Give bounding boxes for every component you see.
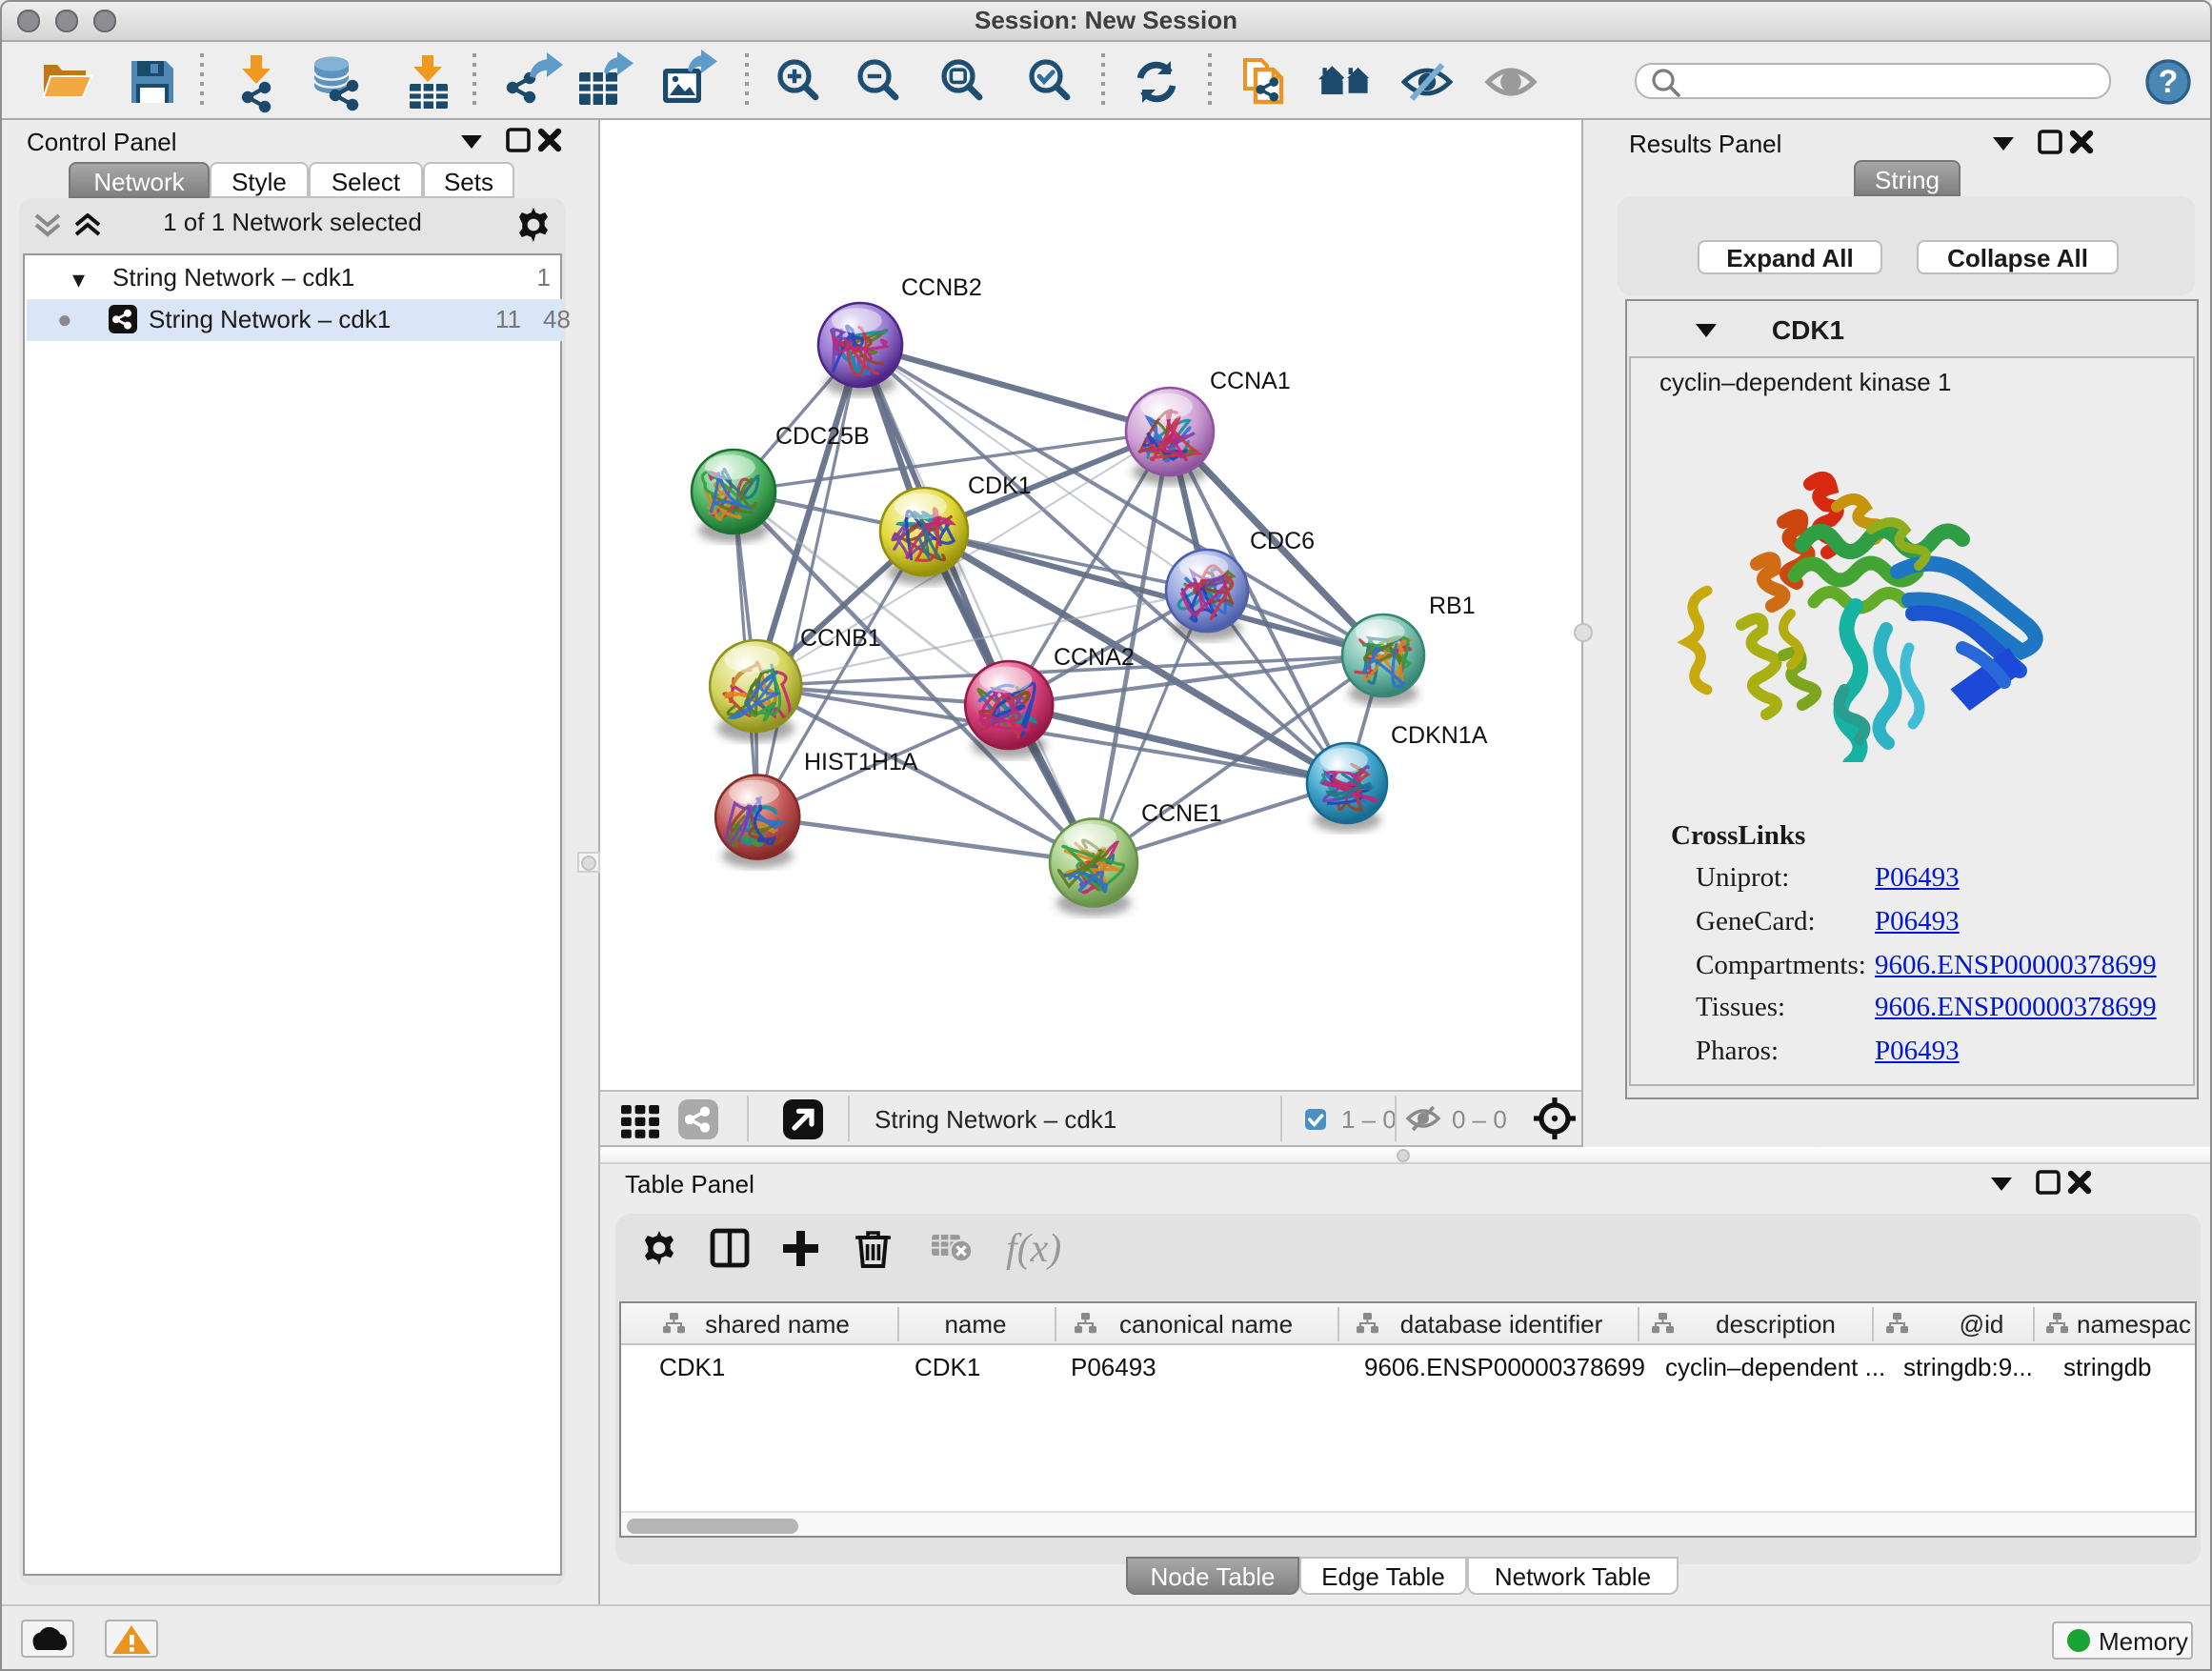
svg-text:@id: @id <box>1960 1310 2004 1339</box>
svg-text:1 – 0: 1 – 0 <box>1341 1105 1397 1134</box>
svg-text:CDKN1A: CDKN1A <box>1391 722 1488 749</box>
svg-text:CDC6: CDC6 <box>1250 528 1315 554</box>
svg-text:CCNB2: CCNB2 <box>901 274 982 301</box>
svg-text:description: description <box>1716 1310 1836 1339</box>
svg-text:CDK1: CDK1 <box>968 473 1032 499</box>
svg-text:name: name <box>944 1310 1006 1339</box>
svg-text:CCNE1: CCNE1 <box>1141 800 1222 827</box>
svg-text:RB1: RB1 <box>1429 593 1476 619</box>
svg-text:0 – 0: 0 – 0 <box>1452 1105 1507 1134</box>
svg-text:String Network – cdk1: String Network – cdk1 <box>875 1105 1116 1134</box>
svg-text:?: ? <box>2159 64 2179 100</box>
svg-text:CCNA2: CCNA2 <box>1054 644 1135 671</box>
svg-text:CDC25B: CDC25B <box>775 423 870 450</box>
svg-text:namespac: namespac <box>2077 1310 2191 1339</box>
svg-text:CCNB1: CCNB1 <box>800 625 881 652</box>
svg-text:f(x): f(x) <box>1006 1227 1061 1271</box>
svg-text:HIST1H1A: HIST1H1A <box>804 749 918 775</box>
svg-text:database identifier: database identifier <box>1400 1310 1603 1339</box>
svg-text:canonical name: canonical name <box>1119 1310 1293 1339</box>
svg-text:shared name: shared name <box>705 1310 850 1339</box>
svg-text:CCNA1: CCNA1 <box>1210 368 1291 394</box>
